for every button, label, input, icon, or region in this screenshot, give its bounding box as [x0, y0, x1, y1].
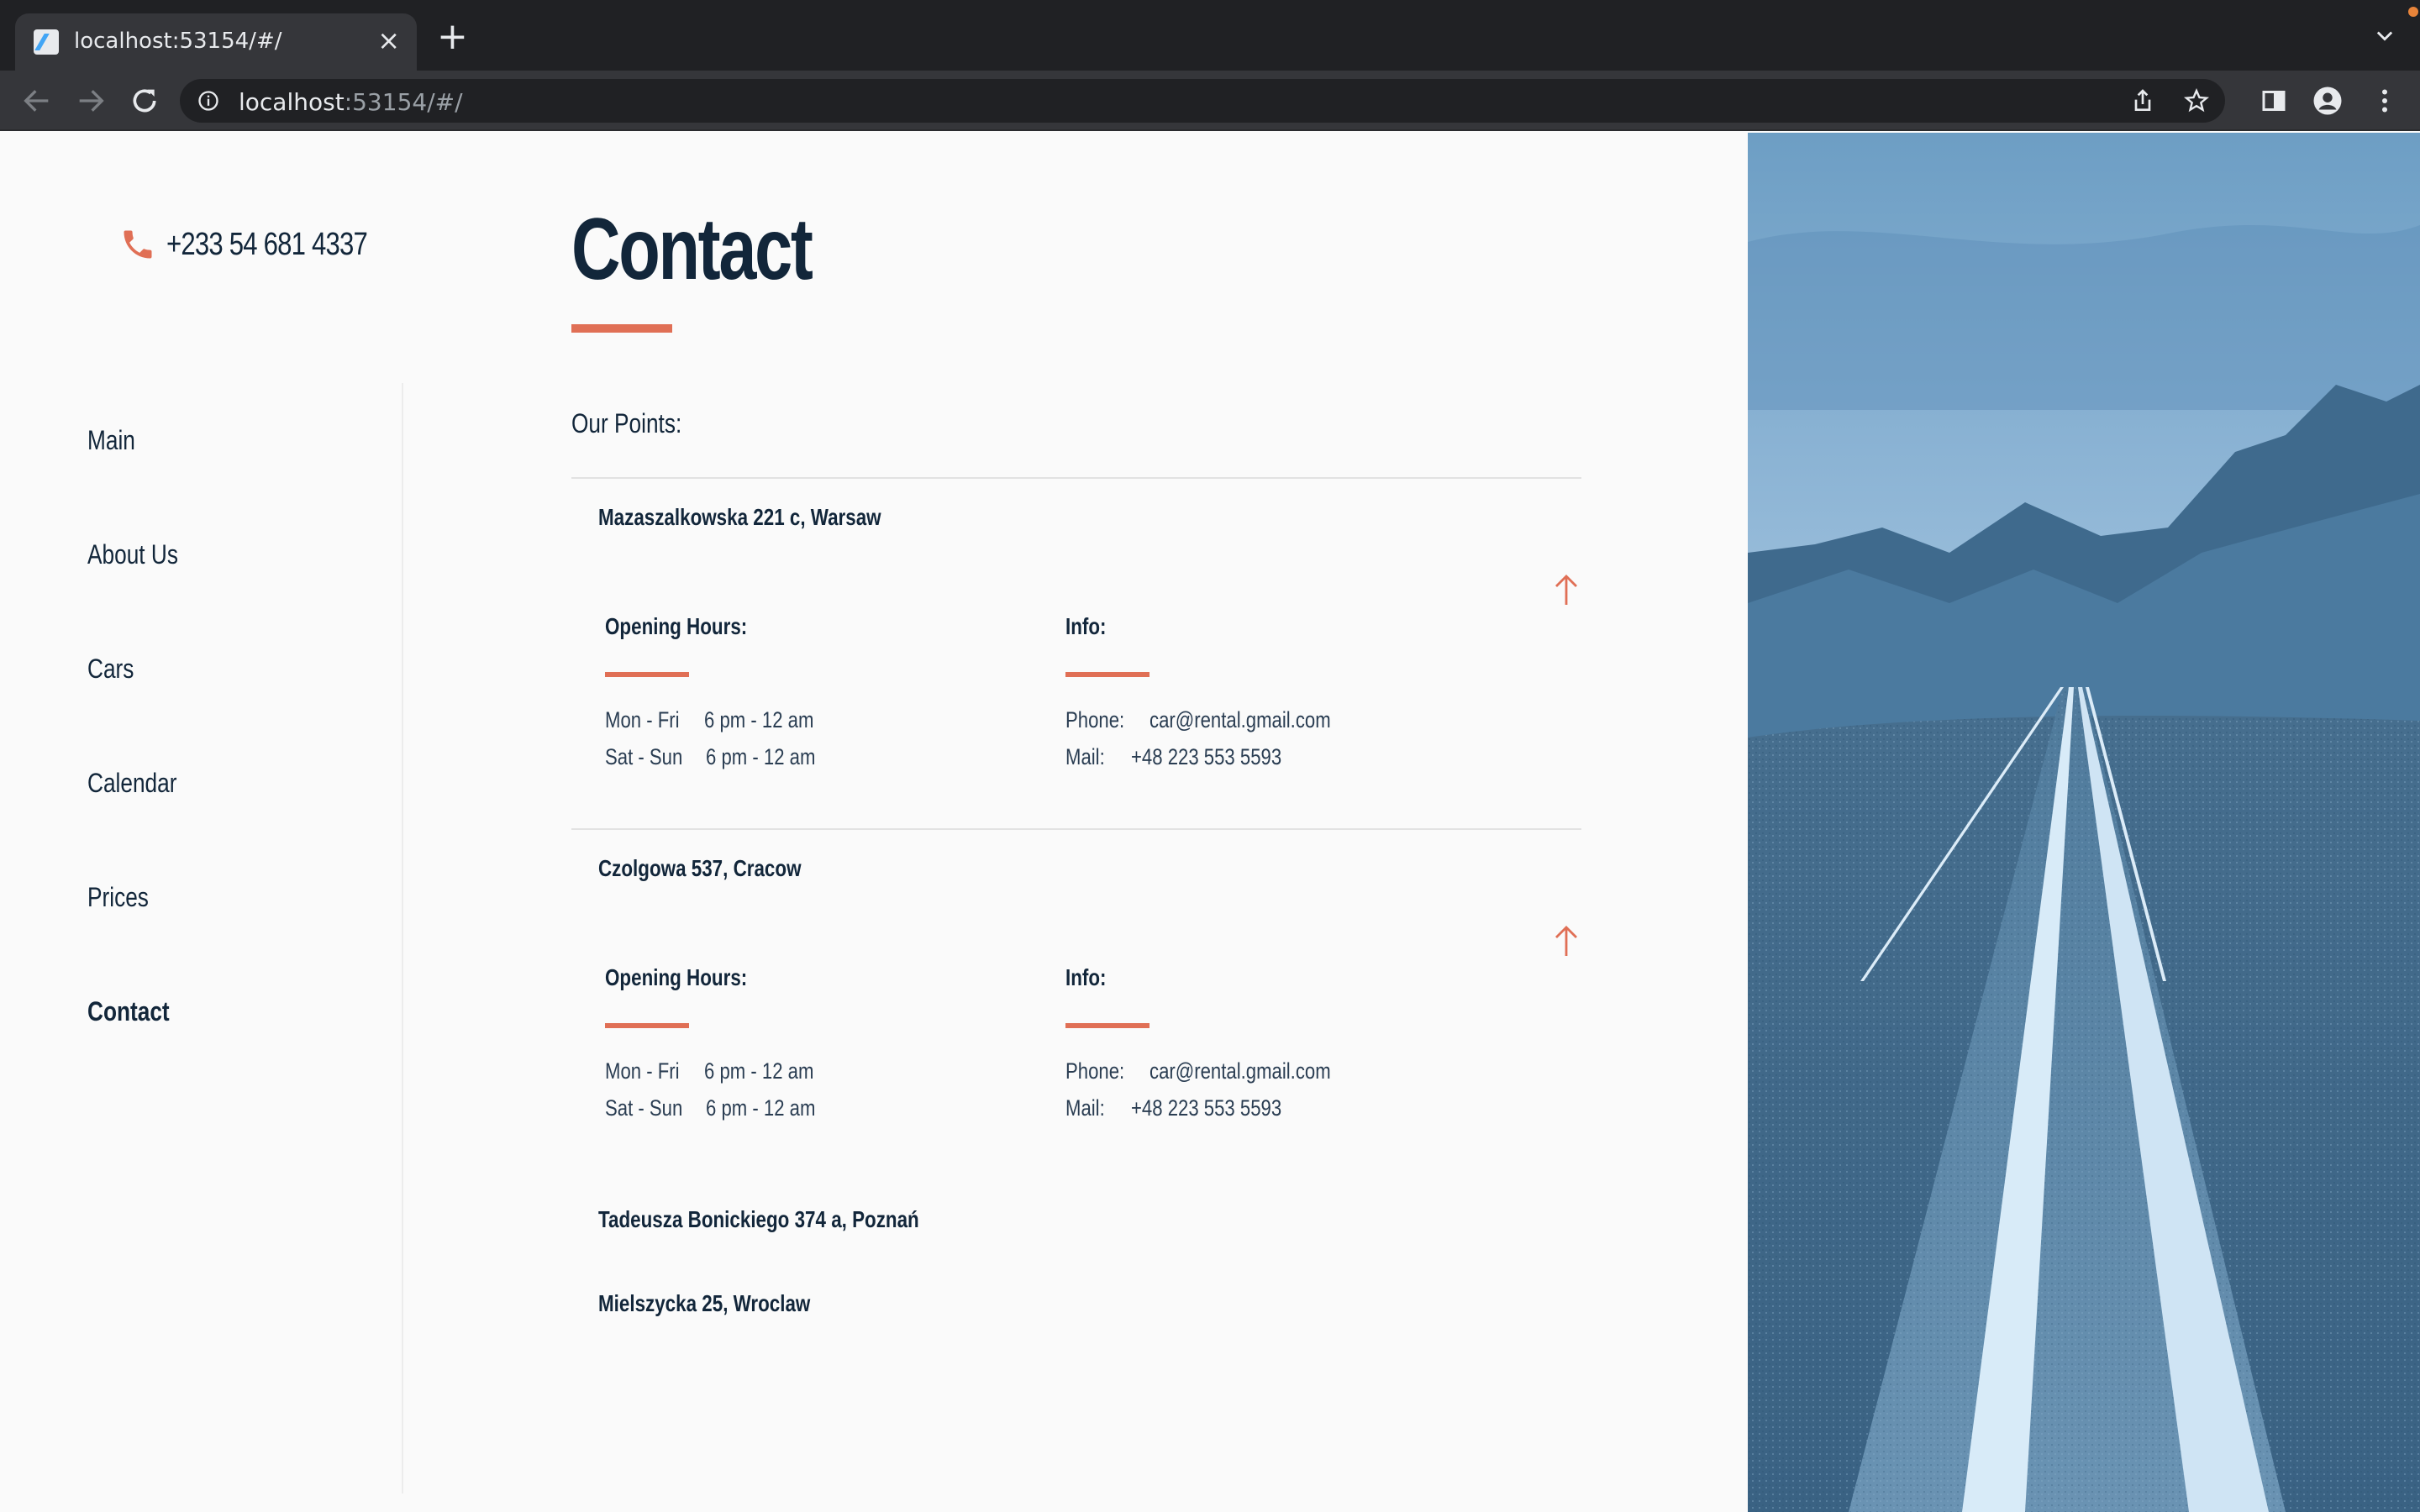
phone-icon — [124, 230, 152, 259]
info-label: Mail: — [1065, 1095, 1105, 1121]
info-label: Phone: — [1065, 1058, 1125, 1084]
info-underline — [1065, 672, 1150, 677]
hours-time: 6 pm - 12 am — [706, 744, 816, 769]
new-tab-icon[interactable]: + — [437, 18, 468, 55]
hours-time: 6 pm - 12 am — [706, 1095, 816, 1121]
collapse-arrow-up-icon[interactable] — [1553, 924, 1580, 958]
hours-days: Sat - Sun — [605, 744, 683, 769]
hours-days: Mon - Fri — [605, 1058, 680, 1084]
point-divider — [571, 477, 1581, 479]
site-info-icon[interactable] — [197, 89, 220, 113]
sidebar-item-calendar[interactable]: Calendar — [87, 768, 176, 799]
close-tab-icon[interactable]: × — [377, 24, 400, 57]
info-label: Phone: — [1065, 707, 1125, 732]
update-indicator-dot — [2408, 7, 2418, 17]
info-value: car@rental.gmail.com — [1150, 1058, 1331, 1084]
sidebar-item-prices[interactable]: Prices — [87, 882, 149, 913]
opening-hours-heading: Opening Hours: — [605, 613, 748, 639]
url-text: localhost:53154/#/ — [239, 88, 463, 116]
point-address[interactable]: Mazaszalkowska 221 c, Warsaw — [598, 504, 881, 531]
hours-time: 6 pm - 12 am — [704, 1058, 814, 1084]
browser-toolbar: localhost:53154/#/ — [0, 71, 2420, 131]
info-value: car@rental.gmail.com — [1150, 707, 1331, 732]
page-content: +233 54 681 4337 Main About Us Cars Cale… — [0, 133, 2420, 1512]
browser-tab[interactable]: localhost:53154/#/ × — [15, 13, 417, 71]
opening-hours-heading: Opening Hours: — [605, 964, 748, 990]
header-phone[interactable]: +233 54 681 4337 — [119, 223, 411, 265]
forward-arrow-icon[interactable] — [74, 84, 108, 118]
header-phone-number: +233 54 681 4337 — [166, 226, 368, 262]
hours-days: Mon - Fri — [605, 707, 680, 732]
back-arrow-icon[interactable] — [20, 84, 54, 118]
points-label: Our Points: — [571, 408, 682, 438]
opening-hours-underline — [605, 1023, 689, 1028]
point-divider — [571, 828, 1581, 830]
sidebar-item-cars[interactable]: Cars — [87, 654, 134, 685]
info-heading: Info: — [1065, 964, 1107, 990]
info-underline — [1065, 1023, 1150, 1028]
page-title: Contact — [571, 201, 813, 298]
info-label: Mail: — [1065, 744, 1105, 769]
title-underline — [571, 324, 672, 333]
info-heading: Info: — [1065, 613, 1107, 639]
sidebar-item-about-us[interactable]: About Us — [87, 539, 178, 570]
hours-time: 6 pm - 12 am — [704, 707, 814, 732]
browser-menu-icon[interactable] — [2370, 86, 2400, 116]
share-icon[interactable] — [2129, 87, 2156, 114]
browser-tab-strip: localhost:53154/#/ × + — [0, 0, 2420, 71]
side-panel-icon[interactable] — [2259, 86, 2289, 116]
url-path: :53154/#/ — [344, 88, 463, 116]
point-address[interactable]: Czolgowa 537, Cracow — [598, 855, 802, 882]
point-address[interactable]: Mielszycka 25, Wroclaw — [598, 1290, 810, 1317]
tab-title: localhost:53154/#/ — [74, 29, 282, 54]
address-bar[interactable]: localhost:53154/#/ — [180, 79, 2225, 123]
url-host: localhost — [239, 88, 345, 116]
tab-search-chevron-icon[interactable] — [2373, 24, 2396, 47]
reload-icon[interactable] — [128, 84, 161, 118]
bookmark-star-icon[interactable] — [2183, 87, 2210, 114]
hours-days: Sat - Sun — [605, 1095, 683, 1121]
sidebar-item-main[interactable]: Main — [87, 425, 135, 456]
hero-road-image — [1748, 133, 2420, 1512]
opening-hours-underline — [605, 672, 689, 677]
sidebar-item-contact[interactable]: Contact — [87, 996, 170, 1027]
info-value: +48 223 553 5593 — [1131, 1095, 1282, 1121]
profile-avatar-icon[interactable] — [2312, 86, 2343, 116]
point-address[interactable]: Tadeusza Bonickiego 374 a, Poznań — [598, 1206, 919, 1233]
info-value: +48 223 553 5593 — [1131, 744, 1282, 769]
flutter-favicon-icon — [34, 29, 59, 55]
collapse-arrow-up-icon[interactable] — [1553, 573, 1580, 606]
sidebar-divider — [402, 383, 403, 1494]
